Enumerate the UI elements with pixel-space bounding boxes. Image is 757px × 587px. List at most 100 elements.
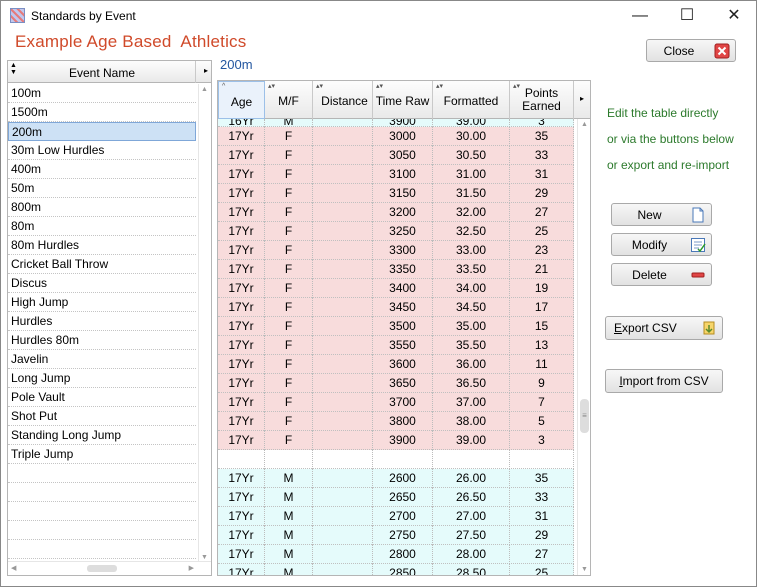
cell-mf[interactable]: F (265, 127, 313, 146)
scroll-down-icon[interactable]: ▼ (581, 566, 588, 573)
cell-formatted[interactable]: 35.50 (433, 336, 510, 355)
cell-distance[interactable] (313, 450, 373, 469)
cell-age[interactable]: 17Yr (218, 298, 265, 317)
title-bar[interactable]: Standards by Event — ☐ ✕ (1, 1, 756, 32)
column-header-points-earned[interactable]: ▴▾ Points Earned (510, 81, 574, 119)
cell-mf[interactable]: F (265, 374, 313, 393)
cell-distance[interactable] (313, 355, 373, 374)
minimize-button[interactable]: — (620, 5, 660, 27)
cell-age[interactable]: 17Yr (218, 412, 265, 431)
event-list-item[interactable]: Hurdles (8, 312, 196, 331)
table-row[interactable]: 17Yr F 3400 34.00 19 (218, 279, 574, 298)
cell-age[interactable]: 17Yr (218, 146, 265, 165)
table-row[interactable]: 17Yr M 2750 27.50 29 (218, 526, 574, 545)
table-row[interactable] (218, 450, 574, 469)
event-list-item[interactable]: Standing Long Jump (8, 426, 196, 445)
cell-mf[interactable]: F (265, 165, 313, 184)
cell-points[interactable]: 27 (510, 545, 574, 564)
export-csv-button[interactable]: Export CSV (605, 316, 723, 340)
cell-time-raw[interactable]: 3800 (373, 412, 433, 431)
cell-time-raw[interactable]: 3300 (373, 241, 433, 260)
cell-time-raw[interactable]: 3400 (373, 279, 433, 298)
cell-age[interactable]: 17Yr (218, 165, 265, 184)
event-list-item[interactable]: High Jump (8, 293, 196, 312)
cell-age[interactable]: 17Yr (218, 564, 265, 575)
event-name-column-header[interactable]: ▲ ▼ Event Name ▸ (8, 61, 211, 83)
cell-mf[interactable]: M (265, 564, 313, 575)
cell-formatted[interactable]: 38.00 (433, 412, 510, 431)
cell-age[interactable]: 17Yr (218, 279, 265, 298)
cell-mf[interactable]: F (265, 146, 313, 165)
column-header-formatted[interactable]: ▴▾ Formatted (433, 81, 510, 119)
table-row[interactable]: 17Yr M 2800 28.00 27 (218, 545, 574, 564)
event-list-item[interactable]: Discus (8, 274, 196, 293)
column-header-time-raw[interactable]: ▴▾ Time Raw (373, 81, 433, 119)
cell-points[interactable]: 27 (510, 203, 574, 222)
cell-mf[interactable]: F (265, 298, 313, 317)
event-list-item[interactable]: 30m Low Hurdles (8, 141, 196, 160)
cell-points[interactable]: 35 (510, 127, 574, 146)
cell-formatted[interactable]: 27.00 (433, 507, 510, 526)
cell-mf[interactable]: F (265, 241, 313, 260)
cell-distance[interactable] (313, 146, 373, 165)
cell-points[interactable]: 29 (510, 526, 574, 545)
cell-distance[interactable] (313, 469, 373, 488)
cell-time-raw[interactable] (373, 450, 433, 469)
cell-distance[interactable] (313, 203, 373, 222)
cell-distance[interactable] (313, 317, 373, 336)
scrollbar-thumb[interactable] (87, 565, 117, 572)
cell-time-raw[interactable]: 3000 (373, 127, 433, 146)
cell-distance[interactable] (313, 431, 373, 450)
event-list-item[interactable]: Javelin (8, 350, 196, 369)
cell-time-raw[interactable]: 3900 (373, 119, 433, 127)
event-list-item[interactable]: 100m (8, 84, 196, 103)
grid-vertical-scrollbar[interactable]: ▲ ≡ ▼ (577, 119, 590, 575)
cell-age[interactable]: 17Yr (218, 488, 265, 507)
cell-time-raw[interactable]: 2850 (373, 564, 433, 575)
table-row[interactable]: 17Yr F 3200 32.00 27 (218, 203, 574, 222)
new-button[interactable]: New (611, 203, 712, 226)
cell-points[interactable]: 5 (510, 412, 574, 431)
cell-time-raw[interactable]: 3250 (373, 222, 433, 241)
cell-age[interactable]: 16Yr (218, 119, 265, 127)
cell-mf[interactable]: F (265, 279, 313, 298)
cell-formatted[interactable]: 26.00 (433, 469, 510, 488)
cell-formatted[interactable]: 30.00 (433, 127, 510, 146)
cell-age[interactable]: 17Yr (218, 222, 265, 241)
cell-formatted[interactable]: 31.50 (433, 184, 510, 203)
scroll-right-arrow-icon[interactable]: ▶ (189, 564, 194, 572)
cell-age[interactable]: 17Yr (218, 184, 265, 203)
close-button[interactable]: Close (646, 39, 736, 62)
cell-points[interactable]: 7 (510, 393, 574, 412)
cell-points[interactable]: 23 (510, 241, 574, 260)
cell-distance[interactable] (313, 507, 373, 526)
cell-mf[interactable]: F (265, 412, 313, 431)
cell-distance[interactable] (313, 260, 373, 279)
event-list-item[interactable]: Shot Put (8, 407, 196, 426)
table-row[interactable]: 17Yr F 3800 38.00 5 (218, 412, 574, 431)
cell-formatted[interactable]: 35.00 (433, 317, 510, 336)
cell-points[interactable]: 9 (510, 374, 574, 393)
table-row[interactable]: 17Yr M 2600 26.00 35 (218, 469, 574, 488)
cell-age[interactable]: 17Yr (218, 431, 265, 450)
cell-formatted[interactable]: 39.00 (433, 431, 510, 450)
event-list-item[interactable]: 50m (8, 179, 196, 198)
cell-time-raw[interactable]: 2700 (373, 507, 433, 526)
cell-time-raw[interactable]: 3100 (373, 165, 433, 184)
cell-distance[interactable] (313, 412, 373, 431)
cell-formatted[interactable]: 37.00 (433, 393, 510, 412)
cell-distance[interactable] (313, 526, 373, 545)
table-row[interactable]: 17Yr F 3500 35.00 15 (218, 317, 574, 336)
cell-distance[interactable] (313, 374, 373, 393)
cell-time-raw[interactable]: 3050 (373, 146, 433, 165)
cell-distance[interactable] (313, 488, 373, 507)
table-row[interactable]: 17Yr F 3450 34.50 17 (218, 298, 574, 317)
cell-time-raw[interactable]: 3350 (373, 260, 433, 279)
event-list-item[interactable]: Long Jump (8, 369, 196, 388)
cell-points[interactable]: 33 (510, 488, 574, 507)
table-row[interactable]: 17Yr F 3650 36.50 9 (218, 374, 574, 393)
cell-formatted[interactable]: 34.00 (433, 279, 510, 298)
cell-mf[interactable]: M (265, 469, 313, 488)
cell-age[interactable]: 17Yr (218, 336, 265, 355)
cell-mf[interactable] (265, 450, 313, 469)
